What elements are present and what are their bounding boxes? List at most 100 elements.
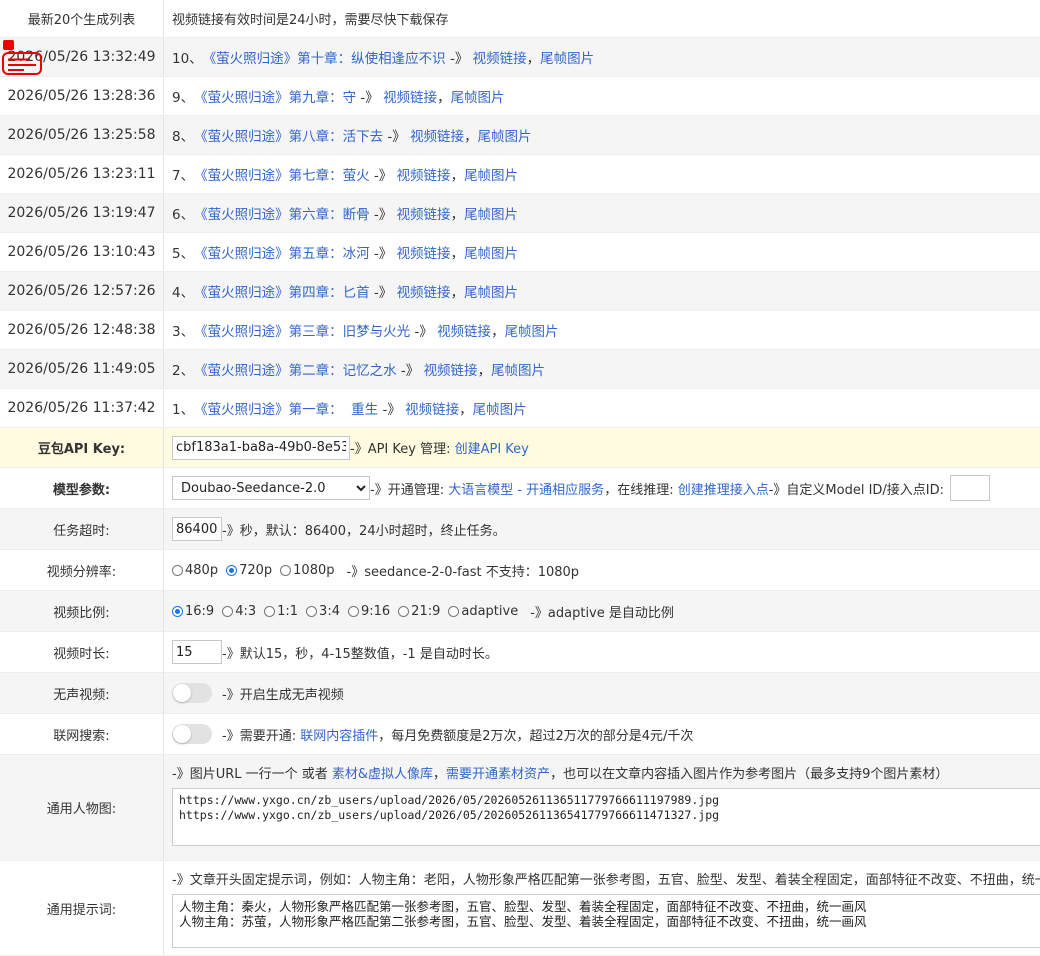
create-endpoint-link[interactable]: 创建推理接入点 — [678, 479, 769, 498]
video-link[interactable]: 视频链接 — [405, 398, 459, 418]
ratio-option-3-4[interactable]: 3:4 — [306, 604, 340, 619]
chapter-title-link[interactable]: 《萤火照归途》第四章：匕首 — [194, 281, 370, 301]
llm-service-link[interactable]: 大语言模型 - 开通相应服务 — [448, 479, 604, 498]
timeout-hint: -》秒，默认：86400，24小时超时，终止任务。 — [222, 523, 506, 539]
person-image-textarea[interactable]: https://www.yxgo.cn/zb_users/upload/2026… — [172, 788, 1040, 846]
chapter-title-link[interactable]: 《萤火照归途》第七章：萤火 — [194, 164, 370, 184]
last-frame-link[interactable]: 尾帧图片 — [464, 242, 518, 262]
last-frame-link[interactable]: 尾帧图片 — [491, 359, 545, 379]
radio-label: 4:3 — [235, 603, 257, 619]
ratio-option-4-3[interactable]: 4:3 — [222, 604, 256, 619]
generation-time: 2026/05/26 12:48:38 — [0, 311, 164, 349]
create-api-key-link[interactable]: 创建API Key — [455, 438, 529, 457]
last-frame-link[interactable]: 尾帧图片 — [505, 320, 559, 340]
generation-entry: 7、 《萤火照归途》第七章：萤火 -》 视频链接 ， 尾帧图片 — [164, 155, 1040, 193]
silent-label: 无声视频: — [0, 673, 164, 713]
generation-row: 2026/05/26 13:32:49 10、 《萤火照归途》第十章：纵使相逢应… — [0, 38, 1040, 77]
chapter-title-link[interactable]: 《萤火照归途》第三章：旧梦与火光 — [194, 320, 410, 340]
search-row: 联网搜索: -》需要开通: 联网内容插件 ，每月免费额度是2万次，超过2万次的部… — [0, 714, 1040, 755]
material-assets-link[interactable]: 需要开通素材资产 — [446, 767, 550, 782]
radio-circle-icon — [306, 605, 318, 617]
last-frame-link[interactable]: 尾帧图片 — [464, 281, 518, 301]
model-field-group: Doubao-Seedance-2.0 -》开通管理: 大语言模型 - 开通相应… — [164, 468, 1040, 508]
generation-time: 2026/05/26 12:57:26 — [0, 272, 164, 310]
video-link[interactable]: 视频链接 — [424, 359, 478, 379]
generation-row: 2026/05/26 13:23:11 7、 《萤火照归途》第七章：萤火 -》 … — [0, 155, 1040, 194]
video-link[interactable]: 视频链接 — [437, 320, 491, 340]
timeout-input[interactable] — [172, 517, 222, 541]
person-image-row: 通用人物图: -》图片URL 一行一个 或者 素材&虚拟人像库，需要开通素材资产… — [0, 755, 1040, 861]
last-frame-link[interactable]: 尾帧图片 — [473, 398, 527, 418]
generation-comma: ， — [526, 51, 541, 67]
video-link[interactable]: 视频链接 — [383, 86, 437, 106]
prompt-field-group: -》文章开头固定提示词，例如：人物主角：老阳，人物形象严格匹配第一张参考图，五官… — [164, 861, 1040, 955]
prompt-row: 通用提示词: -》文章开头固定提示词，例如：人物主角：老阳，人物形象严格匹配第一… — [0, 861, 1040, 956]
custom-model-id-input[interactable] — [950, 475, 991, 501]
chapter-title-link[interactable]: 《萤火照归途》第九章：守 — [194, 86, 356, 106]
ratio-option-1-1[interactable]: 1:1 — [264, 604, 298, 619]
ratio-option-16-9[interactable]: 16:9 — [172, 604, 214, 619]
video-link[interactable]: 视频链接 — [397, 164, 451, 184]
generation-separator: -》 — [410, 324, 438, 340]
radio-circle-icon — [172, 564, 183, 576]
generation-row: 2026/05/26 13:19:47 6、 《萤火照归途》第六章：断骨 -》 … — [0, 194, 1040, 233]
generation-row: 2026/05/26 11:37:42 1、 《萤火照归途》第一章： 重生 -》… — [0, 389, 1040, 428]
generation-separator: -》 — [383, 129, 411, 145]
radio-label: 1080p — [293, 562, 335, 578]
person-hint-prefix: -》图片URL 一行一个 或者 — [172, 767, 332, 782]
silent-field-group: -》开启生成无声视频 — [164, 673, 1040, 713]
video-link[interactable]: 视频链接 — [397, 281, 451, 301]
generation-separator: -》 — [396, 363, 424, 379]
ratio-option-adaptive[interactable]: adaptive — [448, 604, 518, 619]
chapter-title-link[interactable]: 《萤火照归途》第八章：活下去 — [194, 125, 383, 145]
search-field-group: -》需要开通: 联网内容插件 ，每月免费额度是2万次，超过2万次的部分是4元/千… — [164, 714, 1040, 754]
chapter-title-link[interactable]: 《萤火照归途》第六章：断骨 — [194, 203, 370, 223]
generation-comma: ， — [477, 363, 492, 379]
last-frame-link[interactable]: 尾帧图片 — [540, 47, 594, 67]
chapter-title-link[interactable]: 《萤火照归途》第一章： 重生 — [194, 398, 378, 418]
web-search-plugin-link[interactable]: 联网内容插件 — [300, 725, 378, 744]
radio-circle-icon — [347, 605, 359, 617]
chapter-title-link[interactable]: 《萤火照归途》第五章：冰河 — [194, 242, 370, 262]
person-hint-comma: ， — [433, 767, 447, 782]
resolution-option-480p[interactable]: 480p — [172, 563, 218, 578]
last-frame-link[interactable]: 尾帧图片 — [451, 86, 505, 106]
model-select[interactable]: Doubao-Seedance-2.0 — [172, 476, 370, 500]
duration-input[interactable] — [172, 640, 222, 664]
timeout-field-group: -》秒，默认：86400，24小时超时，终止任务。 — [164, 509, 1040, 549]
generation-row: 2026/05/26 13:10:43 5、 《萤火照归途》第五章：冰河 -》 … — [0, 233, 1040, 272]
prompt-textarea[interactable]: 人物主角：秦火，人物形象严格匹配第一张参考图，五官、脸型、发型、着装全程固定，面… — [172, 894, 1040, 948]
chapter-title-link[interactable]: 《萤火照归途》第十章：纵使相逢应不识 — [203, 47, 446, 67]
api-key-input[interactable] — [172, 435, 350, 460]
radio-label: 21:9 — [411, 603, 441, 619]
last-frame-link[interactable]: 尾帧图片 — [464, 203, 518, 223]
chapter-title-link[interactable]: 《萤火照归途》第二章：记忆之水 — [194, 359, 397, 379]
video-link[interactable]: 视频链接 — [397, 203, 451, 223]
silent-toggle[interactable] — [172, 683, 212, 703]
resolution-option-1080p[interactable]: 1080p — [280, 562, 335, 578]
generation-row: 2026/05/26 13:25:58 8、 《萤火照归途》第八章：活下去 -》… — [0, 116, 1040, 155]
radio-selected-icon — [172, 605, 183, 617]
radio-circle-icon — [448, 605, 460, 617]
video-link[interactable]: 视频链接 — [397, 242, 451, 262]
red-list-icon[interactable] — [2, 40, 44, 76]
ratio-option-9-16[interactable]: 9:16 — [347, 604, 390, 619]
radio-label: adaptive — [461, 603, 519, 619]
resolution-label: 视频分辨率: — [0, 550, 164, 590]
last-frame-link[interactable]: 尾帧图片 — [464, 164, 518, 184]
generation-number: 9、 — [172, 90, 195, 106]
person-image-field-group: -》图片URL 一行一个 或者 素材&虚拟人像库，需要开通素材资产，也可以在文章… — [164, 755, 1040, 860]
generation-time: 2026/05/26 13:28:36 — [0, 77, 164, 115]
video-link[interactable]: 视频链接 — [410, 125, 464, 145]
radio-label: 480p — [185, 562, 219, 578]
last-frame-link[interactable]: 尾帧图片 — [478, 125, 532, 145]
resolution-option-720p[interactable]: 720p — [226, 563, 272, 578]
radio-circle-icon — [280, 564, 292, 576]
model-row: 模型参数: Doubao-Seedance-2.0 -》开通管理: 大语言模型 … — [0, 468, 1040, 509]
material-library-link[interactable]: 素材&虚拟人像库 — [332, 767, 433, 782]
generation-entry: 3、 《萤火照归途》第三章：旧梦与火光 -》 视频链接 ， 尾帧图片 — [164, 311, 1040, 349]
ratio-option-21-9[interactable]: 21:9 — [398, 604, 440, 619]
search-toggle[interactable] — [172, 724, 212, 744]
radio-circle-icon — [264, 605, 276, 617]
video-link[interactable]: 视频链接 — [473, 47, 527, 67]
